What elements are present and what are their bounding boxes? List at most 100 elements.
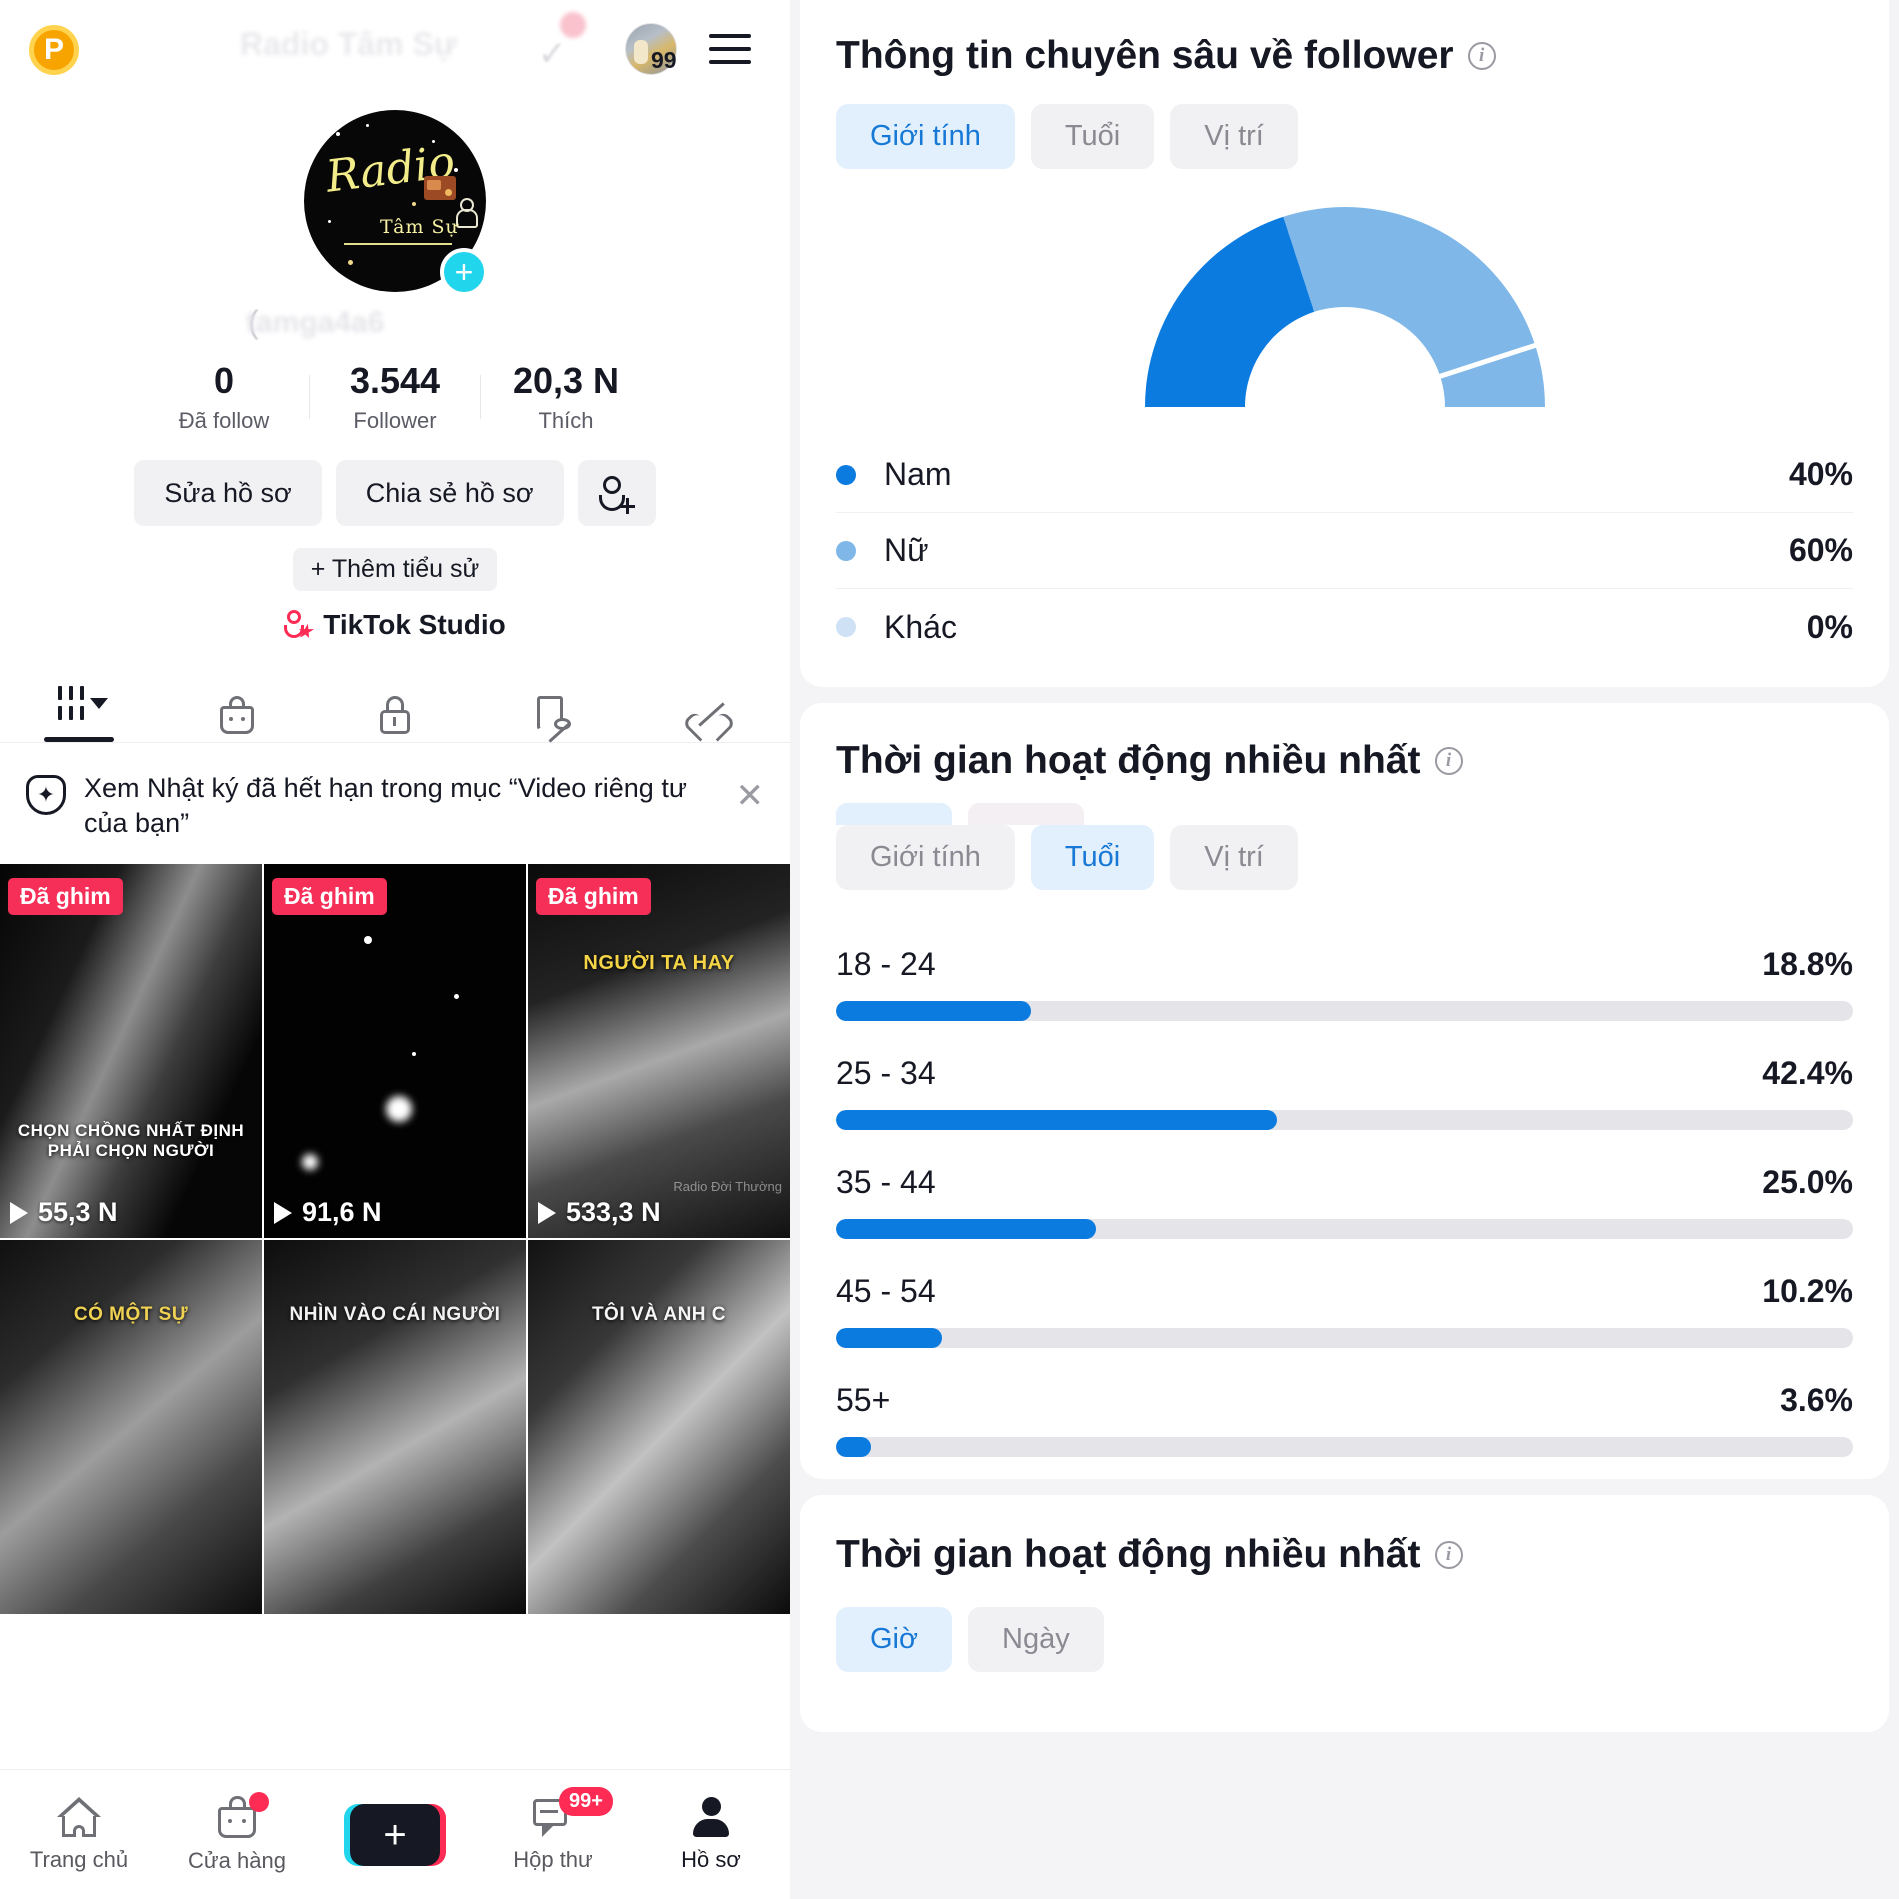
add-to-story-icon: ✦ [26, 775, 66, 815]
chip-age[interactable]: Tuổi [1030, 825, 1155, 890]
tiktok-studio-label: TikTok Studio [323, 609, 506, 640]
age-bucket-label: 45 - 54 [836, 1273, 936, 1309]
profile-stats: 0 Đã follow 3.544 Follower 20,3 N Thích [0, 356, 790, 438]
chip-day[interactable]: Ngày [968, 1607, 1104, 1672]
video-thumbnail[interactable]: Đã ghim NGƯỜI TA HAY Radio Đời Thường 53… [528, 864, 790, 1239]
video-caption: NGƯỜI TA HAY [583, 952, 735, 975]
tab-active-underline [44, 737, 114, 742]
legend-value: 60% [1788, 532, 1853, 568]
profile-action-buttons: Sửa hồ sơ Chia sẻ hồ sơ [0, 460, 790, 526]
card-title: Thời gian hoạt động nhiều nhất i [836, 739, 1853, 783]
legend-label: Nữ [884, 532, 929, 568]
share-profile-button[interactable]: Chia sẻ hồ sơ [335, 460, 564, 526]
age-segment-chips: Giới tính Tuổi Vị trí [836, 825, 1853, 890]
hamburger-menu-icon[interactable] [709, 28, 751, 70]
profile-handle-blurred: tamga4a6 [246, 306, 385, 339]
tab-liked[interactable] [632, 688, 790, 742]
pinned-badge: Đã ghim [536, 878, 651, 916]
tab-private[interactable] [316, 688, 474, 742]
age-bar-fill [836, 1437, 871, 1457]
add-profile-plus-button[interactable]: + [440, 248, 488, 296]
video-view-count: 55,3 N [10, 1197, 118, 1228]
edit-profile-button[interactable]: Sửa hồ sơ [134, 460, 322, 526]
info-icon[interactable]: i [1434, 1541, 1463, 1569]
play-icon [538, 1201, 556, 1224]
rewards-coin-icon[interactable]: P [29, 25, 79, 75]
info-icon[interactable]: i [1467, 42, 1496, 70]
expired-stories-notice[interactable]: ✦ Xem Nhật ký đã hết hạn trong mục “Vide… [0, 743, 790, 864]
chip-gender[interactable]: Giới tính [836, 104, 1015, 169]
semicircle-donut [1144, 207, 1545, 407]
age-bar-track [836, 1110, 1853, 1130]
ghost-chip [968, 803, 1084, 825]
view-count-label: 533,3 N [566, 1197, 661, 1228]
chip-age[interactable]: Tuổi [1030, 104, 1155, 169]
analytics-pane: Thông tin chuyên sâu về follower i Giới … [790, 0, 1899, 1899]
view-count-label: 91,6 N [302, 1197, 382, 1228]
stat-value: 0 [213, 359, 235, 401]
follower-insights-card: Thông tin chuyên sâu về follower i Giới … [800, 0, 1889, 687]
nav-profile[interactable]: Hồ sơ [632, 1796, 790, 1873]
stat-following[interactable]: 0 Đã follow [139, 360, 309, 434]
video-thumbnail[interactable]: CÓ MỘT SỰ [0, 1240, 262, 1615]
inbox-icon: 99+ [533, 1786, 613, 1837]
add-bio-button[interactable]: + Thêm tiểu sử [292, 548, 498, 591]
info-icon[interactable]: i [1434, 747, 1463, 775]
tab-videos[interactable] [0, 676, 158, 742]
watermark: Radio Đời Thường [673, 1179, 782, 1195]
video-view-count: 533,3 N [538, 1197, 661, 1228]
age-bucket-value: 42.4% [1762, 1055, 1853, 1091]
age-activity-card: Thời gian hoạt động nhiều nhất i Giới tí… [800, 703, 1889, 1479]
hours-segment-chips: Giờ Ngày [836, 1607, 1853, 1672]
verified-check-icon: ✓ [538, 35, 567, 73]
video-thumbnail[interactable]: TÔI VÀ ANH C [528, 1240, 790, 1615]
legend-row: Nữ 60% [836, 513, 1853, 589]
pinned-badge: Đã ghim [8, 878, 123, 916]
tab-shop[interactable] [158, 688, 316, 742]
nav-inbox[interactable]: 99+ Hộp thư [474, 1786, 632, 1873]
nav-label: Hộp thư [513, 1846, 593, 1872]
legend-color-dot [836, 617, 856, 637]
gender-legend: Nam 40% Nữ 60% Khác 0% [836, 437, 1853, 665]
nav-label: Trang chủ [29, 1846, 129, 1872]
nav-home[interactable]: Trang chủ [0, 1796, 158, 1873]
chip-gender[interactable]: Giới tính [836, 825, 1015, 890]
stat-followers[interactable]: 3.544 Follower [310, 360, 480, 434]
tiktok-studio-link[interactable]: ★ TikTok Studio [0, 609, 790, 641]
profile-handle-row: ( tamga4a6 [0, 292, 790, 356]
page-title-blurred: Radio Tâm Sự [240, 26, 457, 62]
profile-avatar-wrap[interactable]: Radio Tâm Sự + [304, 110, 488, 296]
stat-value: 20,3 N [512, 359, 620, 401]
video-thumbnail[interactable]: Đã ghim CHỌN CHỒNG NHẤT ĐỊNH PHẢI CHỌN N… [0, 864, 262, 1239]
age-bucket-value: 10.2% [1762, 1273, 1853, 1309]
chip-hour[interactable]: Giờ [836, 1607, 953, 1672]
video-caption: CÓ MỘT SỰ [73, 1304, 189, 1326]
age-bar-fill [836, 1110, 1278, 1130]
age-bucket-label: 25 - 34 [836, 1055, 936, 1091]
stat-likes[interactable]: 20,3 N Thích [481, 360, 651, 434]
age-bar-row: 35 - 44 25.0% [836, 1164, 1853, 1239]
video-thumbnail[interactable]: Đã ghim 91,6 N [264, 864, 526, 1239]
close-icon[interactable]: ✕ [736, 779, 765, 813]
profile-person-icon [692, 1796, 730, 1837]
nav-shop[interactable]: Cửa hàng [158, 1791, 316, 1874]
nav-label: Hồ sơ [681, 1846, 741, 1872]
create-plus-icon[interactable]: + [344, 1803, 446, 1866]
notice-text: Xem Nhật ký đã hết hạn trong mục “Video … [84, 773, 687, 838]
card-title: Thời gian hoạt động nhiều nhất i [836, 1533, 1853, 1577]
tab-saved[interactable] [474, 688, 632, 743]
age-bar-track [836, 1219, 1853, 1239]
nav-create[interactable]: + [316, 1803, 474, 1866]
age-bar-track [836, 1001, 1853, 1021]
add-friend-button[interactable] [577, 460, 656, 526]
legend-row: Nam 40% [836, 437, 1853, 513]
chip-location[interactable]: Vị trí [1170, 104, 1298, 169]
hours-activity-card: Thời gian hoạt động nhiều nhất i Giờ Ngà… [800, 1495, 1889, 1732]
chip-location[interactable]: Vị trí [1170, 825, 1298, 890]
video-thumbnail[interactable]: NHÌN VÀO CÁI NGƯỜI [264, 1240, 526, 1615]
age-bar-track [836, 1437, 1853, 1457]
video-grid: Đã ghim CHỌN CHỒNG NHẤT ĐỊNH PHẢI CHỌN N… [0, 864, 790, 1615]
legend-row: Khác 0% [836, 589, 1853, 665]
heart-hidden-icon [693, 688, 729, 742]
bottom-navigation: Trang chủ Cửa hàng + 99+ Hộp thư Hồ sơ [0, 1769, 790, 1899]
